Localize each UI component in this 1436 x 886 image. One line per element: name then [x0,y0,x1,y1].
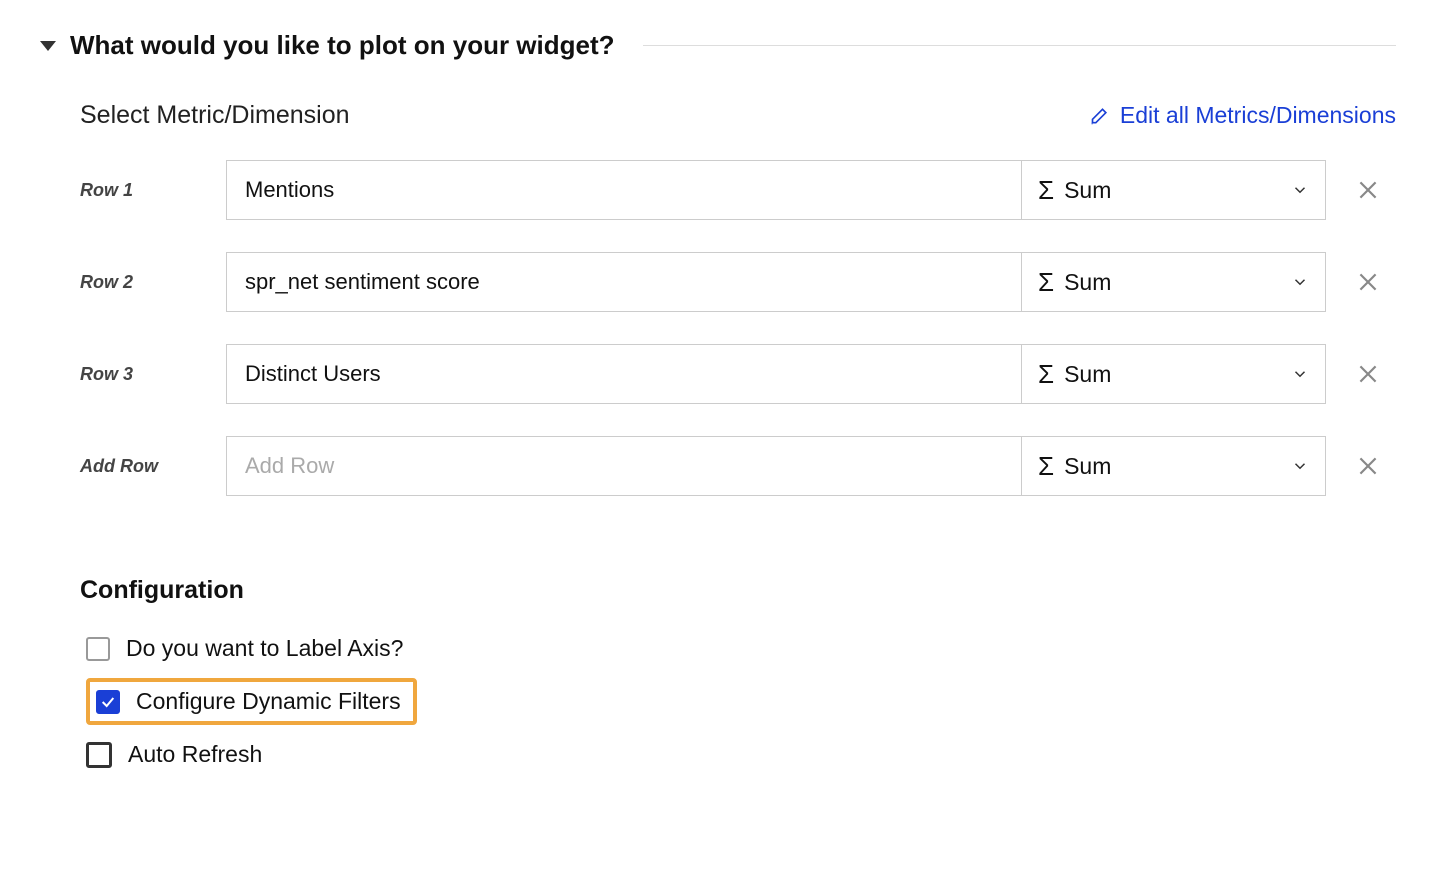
config-option: Auto Refresh [80,733,1396,776]
metric-input[interactable] [226,252,1022,312]
config-section: Configuration Do you want to Label Axis?… [40,576,1396,776]
sigma-icon: Σ [1038,267,1054,298]
metric-row: Row 1 Σ Sum [80,160,1396,220]
aggregation-select[interactable]: Σ Sum [1022,252,1326,312]
aggregation-value: Sum [1064,269,1281,296]
close-icon [1355,269,1381,295]
close-icon [1355,361,1381,387]
aggregation-value: Sum [1064,177,1281,204]
chevron-down-icon [1291,273,1309,291]
metric-input[interactable] [226,344,1022,404]
sigma-icon: Σ [1038,451,1054,482]
section-title: What would you like to plot on your widg… [70,30,615,61]
aggregation-value: Sum [1064,453,1281,480]
aggregation-select[interactable]: Σ Sum [1022,160,1326,220]
option-wrapper: Auto Refresh [86,741,262,768]
divider [643,45,1396,46]
metric-area: Select Metric/Dimension Edit all Metrics… [40,101,1396,496]
edit-all-link[interactable]: Edit all Metrics/Dimensions [1090,102,1396,129]
config-option-label: Do you want to Label Axis? [126,635,403,662]
metric-label: Select Metric/Dimension [80,101,350,130]
option-wrapper: Do you want to Label Axis? [86,635,403,662]
row-label: Row 3 [80,364,226,385]
row-label: Row 1 [80,180,226,201]
check-icon [100,694,116,710]
chevron-down-icon [1291,457,1309,475]
sigma-icon: Σ [1038,175,1054,206]
remove-row-button[interactable] [1340,436,1396,496]
config-option: Configure Dynamic Filters [80,670,1396,733]
edit-icon [1090,106,1110,126]
row-label: Add Row [80,456,226,477]
checkbox[interactable] [86,637,110,661]
metric-row: Row 3 Σ Sum [80,344,1396,404]
chevron-down-icon [1291,365,1309,383]
metric-input[interactable] [226,160,1022,220]
remove-row-button[interactable] [1340,252,1396,312]
edit-all-text: Edit all Metrics/Dimensions [1120,102,1396,129]
metric-row: Add Row Σ Sum [80,436,1396,496]
remove-row-button[interactable] [1340,160,1396,220]
chevron-down-icon [1291,181,1309,199]
checkbox[interactable] [96,690,120,714]
aggregation-select[interactable]: Σ Sum [1022,344,1326,404]
config-option: Do you want to Label Axis? [80,627,1396,670]
metric-row: Row 2 Σ Sum [80,252,1396,312]
config-options: Do you want to Label Axis? Configure Dyna… [80,627,1396,776]
close-icon [1355,177,1381,203]
config-option-label: Configure Dynamic Filters [136,688,401,715]
aggregation-value: Sum [1064,361,1281,388]
aggregation-select[interactable]: Σ Sum [1022,436,1326,496]
close-icon [1355,453,1381,479]
section-header[interactable]: What would you like to plot on your widg… [40,30,1396,61]
config-heading: Configuration [80,576,1396,605]
metric-input[interactable] [226,436,1022,496]
metric-rows: Row 1 Σ Sum Row 2 Σ Sum Row 3 Σ Sum Add … [80,160,1396,496]
config-option-label: Auto Refresh [128,741,262,768]
checkbox[interactable] [86,742,112,768]
remove-row-button[interactable] [1340,344,1396,404]
caret-down-icon [40,41,56,51]
metric-header: Select Metric/Dimension Edit all Metrics… [80,101,1396,130]
row-label: Row 2 [80,272,226,293]
highlighted-option: Configure Dynamic Filters [86,678,417,725]
sigma-icon: Σ [1038,359,1054,390]
